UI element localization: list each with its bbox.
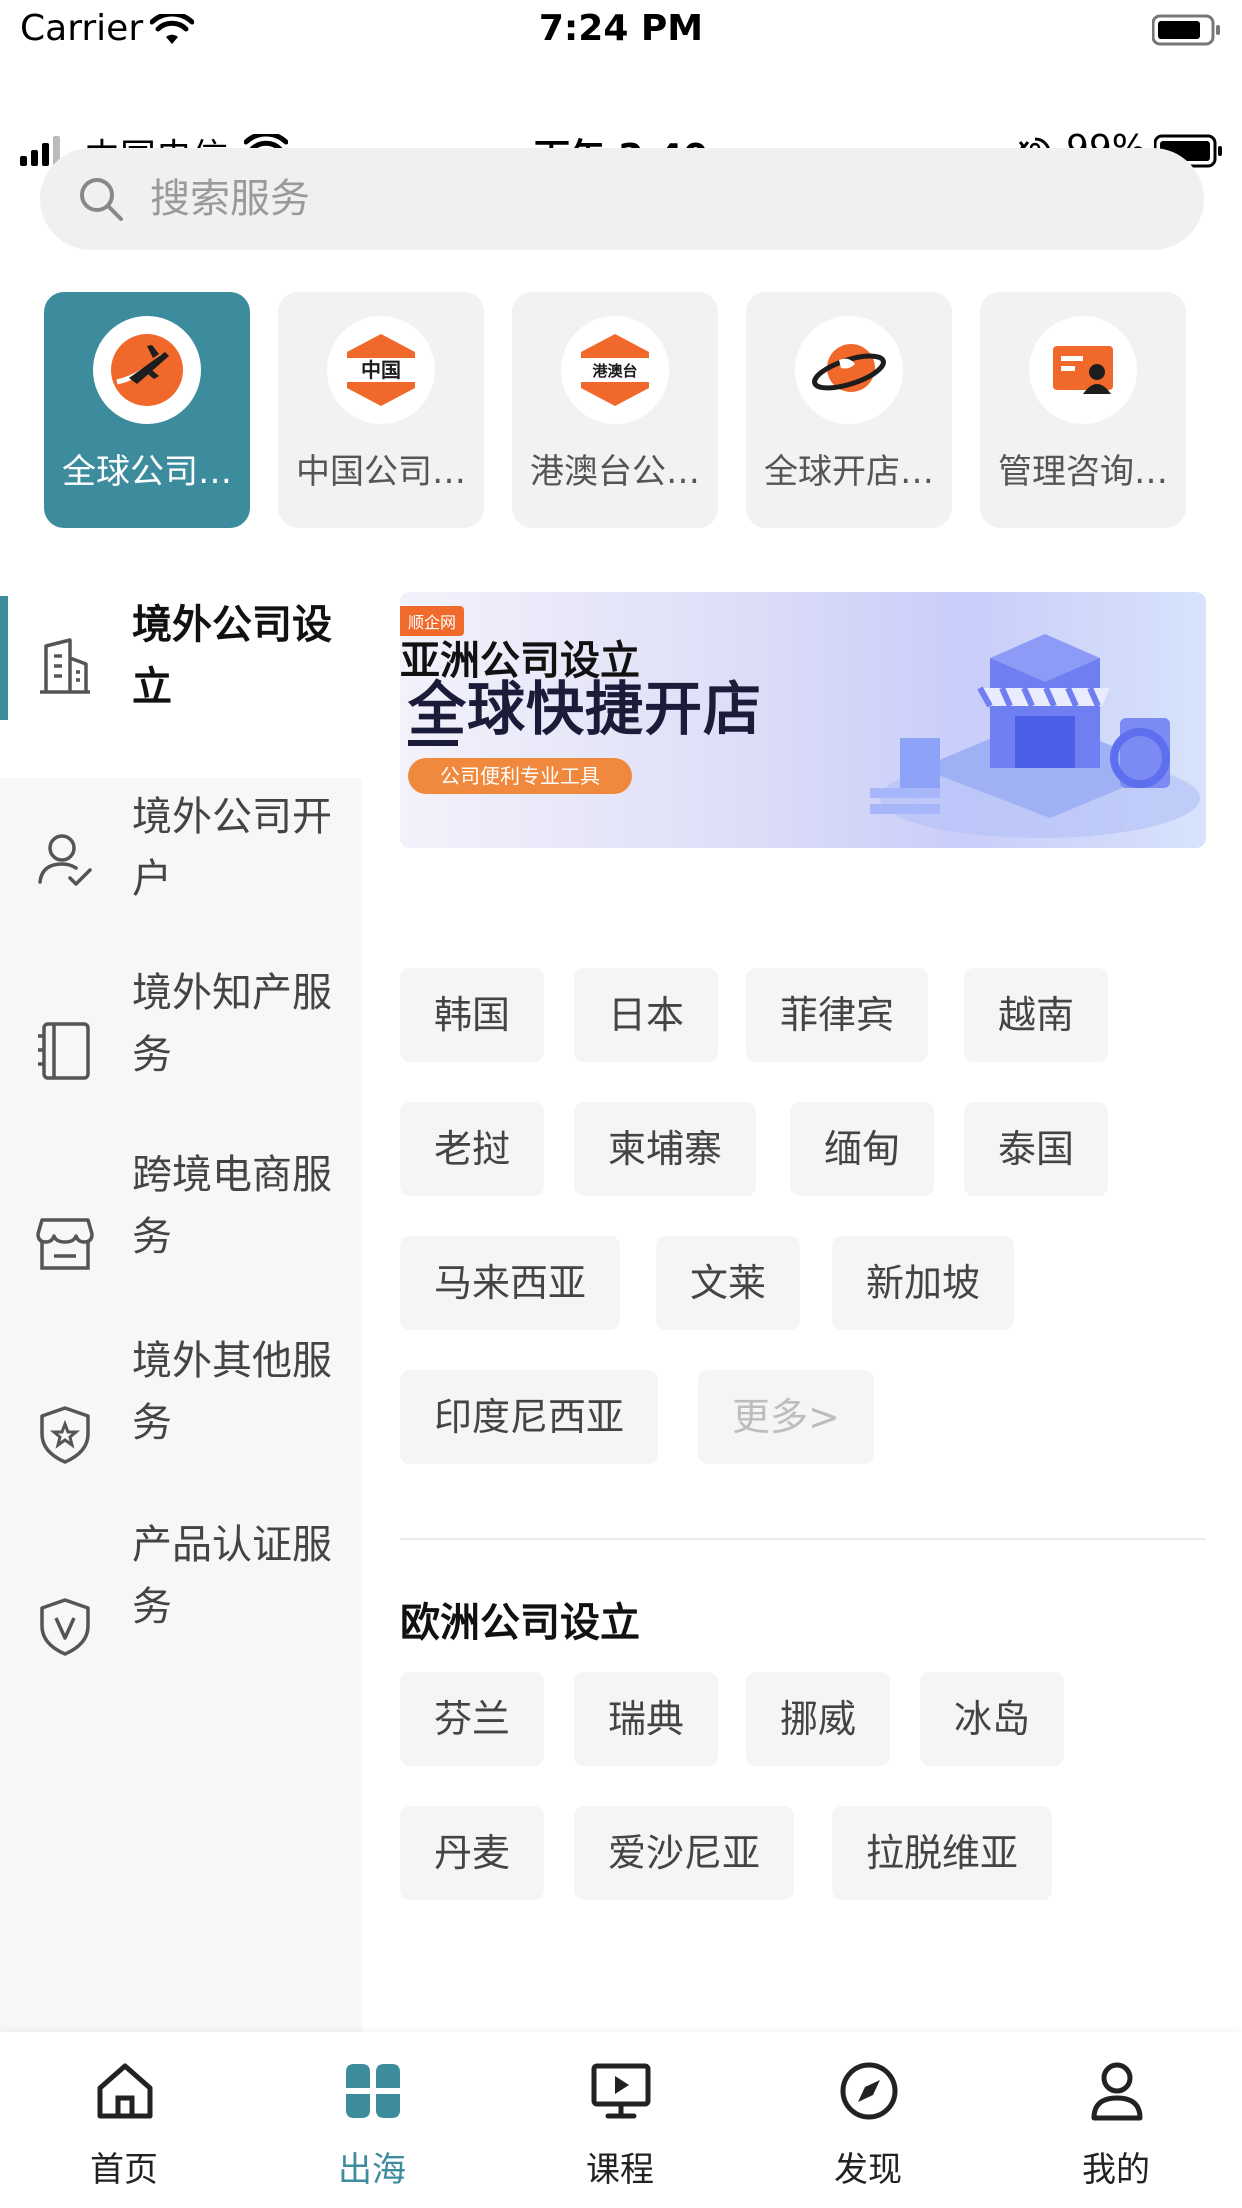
tag-myanmar[interactable]: 缅甸 bbox=[790, 1102, 935, 1196]
tag-korea[interactable]: 韩国 bbox=[400, 968, 545, 1062]
category-china-company[interactable]: 中国 中国公司… bbox=[278, 292, 484, 528]
tab-overseas[interactable]: 出海 bbox=[248, 2032, 496, 2208]
tab-courses[interactable]: 课程 bbox=[496, 2032, 744, 2208]
tag-laos[interactable]: 老挝 bbox=[400, 1102, 545, 1196]
user-icon bbox=[1091, 2062, 1143, 2121]
tag-indonesia[interactable]: 印度尼西亚 bbox=[400, 1370, 659, 1464]
building-icon bbox=[40, 638, 90, 694]
sidebar-item-bank-account[interactable]: 境外公司开户 bbox=[0, 778, 362, 970]
person-check-icon bbox=[38, 834, 92, 886]
category-global-company[interactable]: 全球公司… bbox=[44, 292, 250, 528]
search-icon bbox=[80, 178, 123, 221]
tag-japan[interactable]: 日本 bbox=[574, 968, 719, 1062]
sidebar-item-label: 境外公司开户 bbox=[132, 794, 332, 902]
globe-plane-icon bbox=[111, 334, 183, 406]
tag-thailand[interactable]: 泰国 bbox=[964, 1102, 1109, 1196]
tag-philippines[interactable]: 菲律宾 bbox=[746, 968, 929, 1062]
simulator-status-bar: Carrier 7:24 PM bbox=[0, 0, 1242, 58]
status-time: 7:24 PM bbox=[538, 8, 704, 49]
sidebar-item-ip-service[interactable]: 境外知产服务 bbox=[0, 970, 362, 1162]
tab-label: 出海 bbox=[338, 2150, 406, 2190]
active-indicator bbox=[0, 596, 8, 720]
search-input[interactable] bbox=[150, 148, 1150, 250]
tag-vietnam[interactable]: 越南 bbox=[964, 968, 1109, 1062]
section-divider bbox=[400, 1538, 1206, 1540]
category-label: 全球公司… bbox=[62, 452, 232, 492]
sidebar: 境外公司设立 境外公司开户 境外知产服务 跨境电商服务 境外其他服务 产品认证服… bbox=[0, 586, 362, 2032]
category-management-consulting[interactable]: 管理咨询… bbox=[980, 292, 1186, 528]
battery-icon bbox=[1152, 14, 1220, 46]
tab-label: 发现 bbox=[834, 2150, 902, 2190]
home-icon bbox=[97, 2063, 153, 2119]
shield-v-icon bbox=[40, 1598, 90, 1656]
more-link[interactable]: 更多> bbox=[698, 1370, 874, 1464]
book-icon bbox=[38, 1022, 90, 1080]
sidebar-item-label: 境外公司设立 bbox=[132, 602, 332, 710]
sidebar-item-ecommerce[interactable]: 跨境电商服务 bbox=[0, 1152, 362, 1354]
tag-brunei[interactable]: 文莱 bbox=[656, 1236, 801, 1330]
tab-label: 我的 bbox=[1082, 2150, 1150, 2190]
tag-iceland[interactable]: 冰岛 bbox=[920, 1672, 1065, 1766]
sidebar-item-certification[interactable]: 产品认证服务 bbox=[0, 1522, 362, 1738]
tab-label: 课程 bbox=[586, 2150, 654, 2190]
category-label: 港澳台公… bbox=[530, 452, 700, 492]
category-label: 管理咨询… bbox=[998, 452, 1168, 492]
search-bar[interactable] bbox=[40, 148, 1204, 250]
tag-singapore[interactable]: 新加坡 bbox=[832, 1236, 1015, 1330]
category-label: 中国公司… bbox=[296, 452, 466, 492]
banner-subtitle: 公司便利专业工具 bbox=[408, 758, 632, 794]
tag-estonia[interactable]: 爱沙尼亚 bbox=[574, 1806, 795, 1900]
store-icon bbox=[36, 1218, 94, 1270]
monitor-play-icon bbox=[591, 2063, 651, 2119]
storefront-illustration bbox=[870, 634, 1200, 838]
svg-text:中国: 中国 bbox=[361, 358, 401, 382]
category-hk-macau-taiwan[interactable]: 港澳台 港澳台公… bbox=[512, 292, 718, 528]
tab-label: 首页 bbox=[90, 2150, 158, 2190]
consulting-icon bbox=[1053, 346, 1113, 394]
sidebar-item-label: 产品认证服务 bbox=[132, 1522, 332, 1630]
tab-me[interactable]: 我的 bbox=[992, 2032, 1240, 2208]
tab-home[interactable]: 首页 bbox=[0, 2032, 248, 2208]
shield-star-icon bbox=[40, 1406, 90, 1464]
category-row: 全球公司… 中国 中国公司… 港澳台 港澳台公… 全球开店… 管理咨询… bbox=[44, 292, 1204, 528]
sidebar-item-company-setup[interactable]: 境外公司设立 bbox=[0, 586, 362, 778]
four-petal-icon bbox=[346, 2064, 400, 2118]
section-title-europe: 欧洲公司设立 bbox=[400, 1600, 640, 1646]
category-label: 全球开店… bbox=[764, 452, 934, 492]
tag-malaysia[interactable]: 马来西亚 bbox=[400, 1236, 621, 1330]
hk-macau-taiwan-hexagon-icon: 港澳台 bbox=[579, 334, 651, 406]
tag-norway[interactable]: 挪威 bbox=[746, 1672, 891, 1766]
tag-sweden[interactable]: 瑞典 bbox=[574, 1672, 719, 1766]
sidebar-item-label: 跨境电商服务 bbox=[132, 1152, 332, 1260]
compass-icon bbox=[840, 2062, 898, 2120]
sidebar-item-label: 境外知产服务 bbox=[132, 970, 332, 1078]
tag-denmark[interactable]: 丹麦 bbox=[400, 1806, 545, 1900]
section-title-asia: 亚洲公司设立 bbox=[400, 638, 640, 684]
china-hexagon-icon: 中国 bbox=[345, 334, 417, 406]
tag-finland[interactable]: 芬兰 bbox=[400, 1672, 545, 1766]
tag-latvia[interactable]: 拉脱维亚 bbox=[832, 1806, 1053, 1900]
tag-cambodia[interactable]: 柬埔寨 bbox=[574, 1102, 757, 1196]
tab-bar: 首页 出海 课程 发现 我的 bbox=[0, 2032, 1242, 2208]
globe-ring-icon bbox=[812, 344, 886, 392]
svg-text:港澳台: 港澳台 bbox=[592, 362, 637, 380]
tab-discover[interactable]: 发现 bbox=[744, 2032, 992, 2208]
phone-status-bar: 中国电信 下午 2:40 99% bbox=[0, 62, 1242, 178]
sidebar-item-label: 境外其他服务 bbox=[132, 1338, 332, 1446]
category-global-store[interactable]: 全球开店… bbox=[746, 292, 952, 528]
